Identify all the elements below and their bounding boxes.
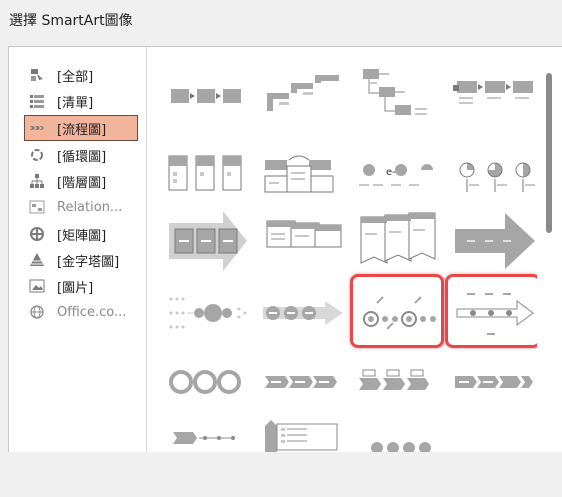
title-bar: 選擇 SmartArt圖像 [0,0,562,38]
layout-picture-accent-process[interactable] [163,146,251,214]
layout-chevron-list[interactable] [259,352,347,420]
layout-circle-process[interactable] [163,279,251,347]
cycle-icon [29,147,45,163]
layout-repeating-bending-arrow[interactable] [259,279,347,347]
layout-segmented-process[interactable] [355,352,443,420]
sidebar-item-matrix[interactable]: [矩陣圖] [25,222,137,246]
scrollbar-thumb[interactable] [546,73,552,233]
sidebar-item-label: [清單] [57,95,94,111]
sidebar-item-picture[interactable]: [圖片] [25,274,137,298]
dialog-body: [全部] [清單] [流程圖] [循環圖] [階層圖] Relation... … [8,46,562,453]
thumb-label: e- [386,167,396,178]
layout-basic-chevron[interactable] [451,352,537,420]
highlight-frame [445,274,537,348]
process-icon [29,120,45,136]
sidebar-item-label: [循環圖] [57,149,107,165]
dialog-title: 選擇 SmartArt圖像 [9,13,133,29]
list-icon [29,93,45,109]
layout-alternating-flow[interactable] [259,146,347,214]
layout-closed-chevron-process[interactable] [163,416,251,452]
layout-pie-process[interactable] [451,146,537,214]
layout-accent-process[interactable] [451,63,537,131]
pyramid-icon [29,252,45,268]
all-layouts-icon [29,67,45,83]
sidebar-item-process[interactable]: [流程圖] [24,115,138,141]
sidebar-item-label: Office.co... [57,304,127,320]
layout-continuous-block-process[interactable]: e- [355,146,443,214]
sidebar-item-label: [流程圖] [57,122,107,138]
picture-icon [29,278,45,294]
dialog-footer [0,452,562,497]
relationship-icon [29,199,45,215]
layout-gallery: e- [147,47,537,452]
globe-icon [29,304,45,320]
sidebar-item-hierarchy[interactable]: [階層圖] [25,169,137,193]
matrix-icon [29,226,45,242]
sidebar-item-pyramid[interactable]: [金字塔圖] [25,248,137,272]
layout-bracket-list[interactable] [259,416,347,452]
layout-upward-arrow-process[interactable] [451,207,537,275]
sidebar-item-cycle[interactable]: [循環圖] [25,143,137,167]
category-sidebar: [全部] [清單] [流程圖] [循環圖] [階層圖] Relation... … [9,47,147,452]
sidebar-item-relationship[interactable]: Relation... [25,195,137,219]
sidebar-item-label: [階層圖] [57,175,107,191]
layout-vertical-chevron[interactable] [259,207,347,275]
gallery-scrollbar[interactable] [538,47,562,452]
layout-interconnected-rings[interactable] [163,352,251,420]
layout-process-arrows[interactable] [163,207,251,275]
layout-circle-chain[interactable] [355,416,443,452]
hierarchy-icon [29,173,45,189]
sidebar-item-label: Relation... [57,199,123,215]
layout-step-up-process[interactable] [259,63,347,131]
sidebar-item-label: [矩陣圖] [57,228,107,244]
sidebar-item-all[interactable]: [全部] [25,63,137,87]
highlight-frame [350,274,444,348]
sidebar-item-list[interactable]: [清單] [25,89,137,113]
sidebar-item-label: [全部] [57,69,94,85]
sidebar-item-label: [金字塔圖] [57,254,120,270]
sidebar-item-label: [圖片] [57,280,94,296]
layout-descending-process[interactable] [355,63,443,131]
layout-stacked-banner[interactable] [355,207,443,275]
layout-basic-process[interactable] [163,63,251,131]
sidebar-item-office-com[interactable]: Office.co... [25,300,137,324]
